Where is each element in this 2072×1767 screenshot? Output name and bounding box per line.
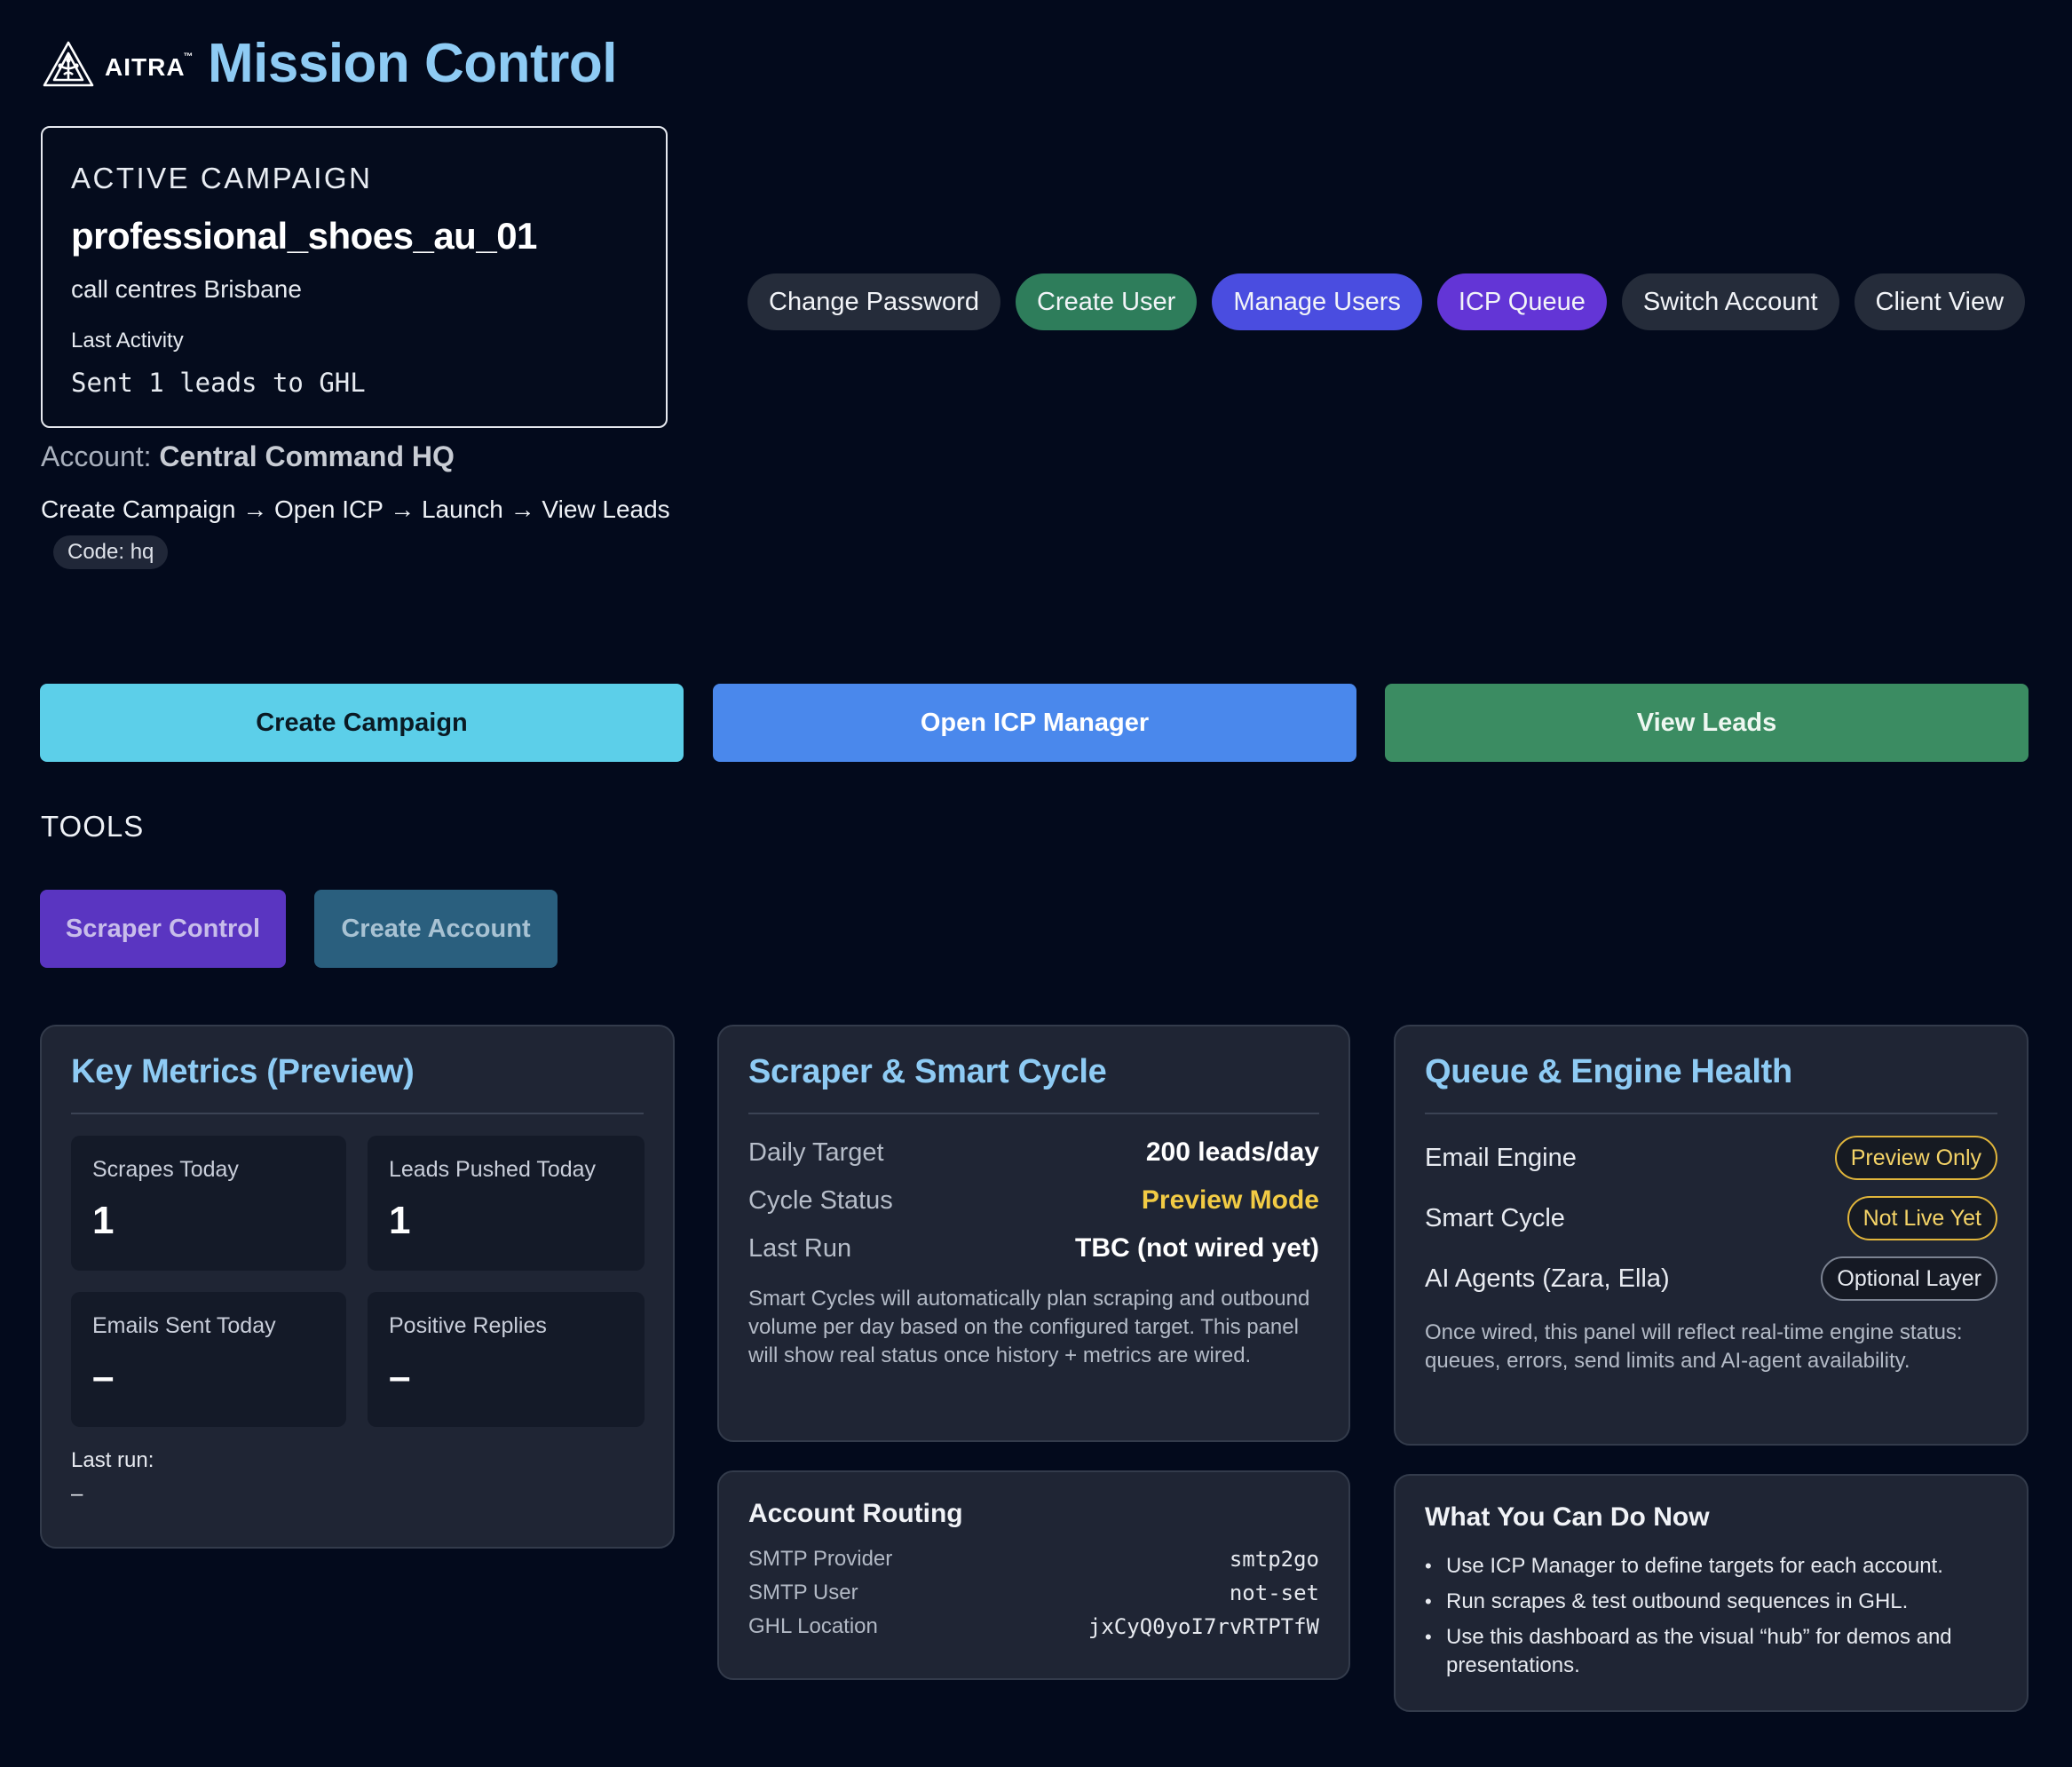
queue-note: Once wired, this panel will reflect real… xyxy=(1425,1320,1963,1373)
list-item: Use ICP Manager to define targets for ea… xyxy=(1425,1552,1997,1581)
kv-key: Cycle Status xyxy=(748,1185,893,1215)
ai-agents-row: AI Agents (Zara, Ella) Optional Layer xyxy=(1425,1256,1997,1301)
cycle-status-row: Cycle Status Preview Mode xyxy=(748,1185,1319,1216)
account-code-badge: Code: hq xyxy=(53,535,169,569)
page-title: Mission Control xyxy=(208,33,617,94)
aitra-logo-icon xyxy=(41,39,96,95)
what-you-can-do-panel: What You Can Do Now Use ICP Manager to d… xyxy=(1394,1474,2029,1712)
brand-logo: AITRA ™ xyxy=(41,39,194,95)
list-item: Run scrapes & test outbound sequences in… xyxy=(1425,1588,1997,1616)
metric-tile-positive-replies: Positive Replies – xyxy=(368,1292,645,1427)
switch-account-button[interactable]: Switch Account xyxy=(1621,273,1839,330)
client-view-button[interactable]: Client View xyxy=(1854,273,2026,330)
last-run-row: Last Run TBC (not wired yet) xyxy=(748,1233,1319,1264)
smart-cycle-row: Smart Cycle Not Live Yet xyxy=(1425,1196,1997,1240)
last-activity-value: Sent 1 leads to GHL xyxy=(71,368,366,398)
metric-label: Emails Sent Today xyxy=(92,1313,276,1338)
what-you-can-do-title: What You Can Do Now xyxy=(1425,1502,1710,1532)
panel-divider xyxy=(748,1113,1319,1114)
account-name: Central Command HQ xyxy=(159,440,455,472)
account-line: Account: Central Command HQ xyxy=(41,440,455,472)
metric-value: – xyxy=(389,1355,411,1399)
kv-key: Daily Target xyxy=(748,1137,884,1167)
kv-key: SMTP Provider xyxy=(748,1547,893,1571)
account-routing-title: Account Routing xyxy=(748,1499,963,1528)
scraper-smart-cycle-panel: Scraper & Smart Cycle Daily Target 200 l… xyxy=(717,1025,1350,1442)
metric-tile-emails-sent-today: Emails Sent Today – xyxy=(71,1292,346,1427)
metric-tile-leads-pushed-today: Leads Pushed Today 1 xyxy=(368,1136,645,1271)
icp-queue-button[interactable]: ICP Queue xyxy=(1436,273,1607,330)
queue-engine-health-panel: Queue & Engine Health Email Engine Previ… xyxy=(1394,1025,2029,1446)
panel-divider xyxy=(71,1113,644,1114)
create-user-button[interactable]: Create User xyxy=(1015,273,1198,330)
list-item: Use this dashboard as the visual “hub” f… xyxy=(1425,1623,1997,1680)
scraper-control-button[interactable]: Scraper Control xyxy=(40,890,286,968)
open-icp-manager-button[interactable]: Open ICP Manager xyxy=(713,684,1356,762)
email-engine-row: Email Engine Preview Only xyxy=(1425,1136,1997,1180)
metric-tile-scrapes-today: Scrapes Today 1 xyxy=(71,1136,346,1271)
kv-key: AI Agents (Zara, Ella) xyxy=(1425,1264,1670,1293)
kv-key: GHL Location xyxy=(748,1614,878,1638)
smtp-user-row: SMTP User not-set xyxy=(748,1581,1319,1605)
metric-label: Leads Pushed Today xyxy=(389,1157,597,1182)
account-routing-panel: Account Routing SMTP Provider smtp2go SM… xyxy=(717,1470,1350,1680)
metric-value: 1 xyxy=(92,1199,115,1242)
metric-label: Scrapes Today xyxy=(92,1157,239,1182)
metric-value: – xyxy=(92,1355,115,1399)
view-leads-button[interactable]: View Leads xyxy=(1385,684,2029,762)
active-campaign-label: ACTIVE CAMPAIGN xyxy=(71,162,373,194)
kv-value: smtp2go xyxy=(1229,1547,1319,1572)
key-metrics-title: Key Metrics (Preview) xyxy=(71,1053,415,1090)
logo-wordmark: AITRA ™ xyxy=(105,51,194,81)
status-badge: Optional Layer xyxy=(1821,1256,1997,1301)
workflow-steps: Create Campaign → Open ICP → Launch → Vi… xyxy=(41,495,670,523)
create-account-button[interactable]: Create Account xyxy=(314,890,558,968)
ghl-location-row: GHL Location jxCyQ0yoI7rvRTPTfW xyxy=(748,1614,1319,1639)
kv-key: SMTP User xyxy=(748,1581,858,1605)
last-run-value: TBC (not wired yet) xyxy=(1075,1233,1319,1263)
kv-value: jxCyQ0yoI7rvRTPTfW xyxy=(1087,1614,1319,1639)
metrics-grid: Scrapes Today 1 Leads Pushed Today 1 Ema… xyxy=(71,1136,645,1427)
change-password-button[interactable]: Change Password xyxy=(747,273,1000,330)
active-campaign-card: ACTIVE CAMPAIGN professional_shoes_au_01… xyxy=(41,126,668,428)
create-campaign-button[interactable]: Create Campaign xyxy=(40,684,684,762)
daily-target-value: 200 leads/day xyxy=(1145,1137,1319,1167)
metric-value: 1 xyxy=(389,1199,411,1242)
status-badge: Not Live Yet xyxy=(1847,1196,1997,1240)
smtp-provider-row: SMTP Provider smtp2go xyxy=(748,1547,1319,1572)
top-nav: Change Password Create User Manage Users… xyxy=(747,273,2026,330)
kv-value: not-set xyxy=(1229,1581,1319,1605)
kv-key: Email Engine xyxy=(1425,1143,1577,1172)
cycle-status-value: Preview Mode xyxy=(1141,1185,1319,1215)
kv-key: Last Run xyxy=(748,1233,852,1263)
status-badge: Preview Only xyxy=(1834,1136,1997,1180)
last-activity-label: Last Activity xyxy=(71,329,184,353)
scraper-note: Smart Cycles will automatically plan scr… xyxy=(748,1287,1310,1367)
tools-heading: TOOLS xyxy=(41,810,145,843)
kv-key: Smart Cycle xyxy=(1425,1203,1565,1232)
manage-users-button[interactable]: Manage Users xyxy=(1212,273,1422,330)
panel-divider xyxy=(1425,1113,1997,1114)
tips-list: Use ICP Manager to define targets for ea… xyxy=(1425,1552,1997,1680)
metric-label: Positive Replies xyxy=(389,1313,547,1338)
queue-panel-title: Queue & Engine Health xyxy=(1425,1053,1792,1090)
scraper-panel-title: Scraper & Smart Cycle xyxy=(748,1053,1107,1090)
campaign-name: professional_shoes_au_01 xyxy=(71,215,537,257)
last-run-label: Last run: xyxy=(71,1448,154,1472)
daily-target-row: Daily Target 200 leads/day xyxy=(748,1137,1319,1168)
campaign-subtitle: call centres Brisbane xyxy=(71,275,302,303)
last-run-value: – xyxy=(71,1482,83,1506)
key-metrics-panel: Key Metrics (Preview) Scrapes Today 1 Le… xyxy=(40,1025,675,1549)
